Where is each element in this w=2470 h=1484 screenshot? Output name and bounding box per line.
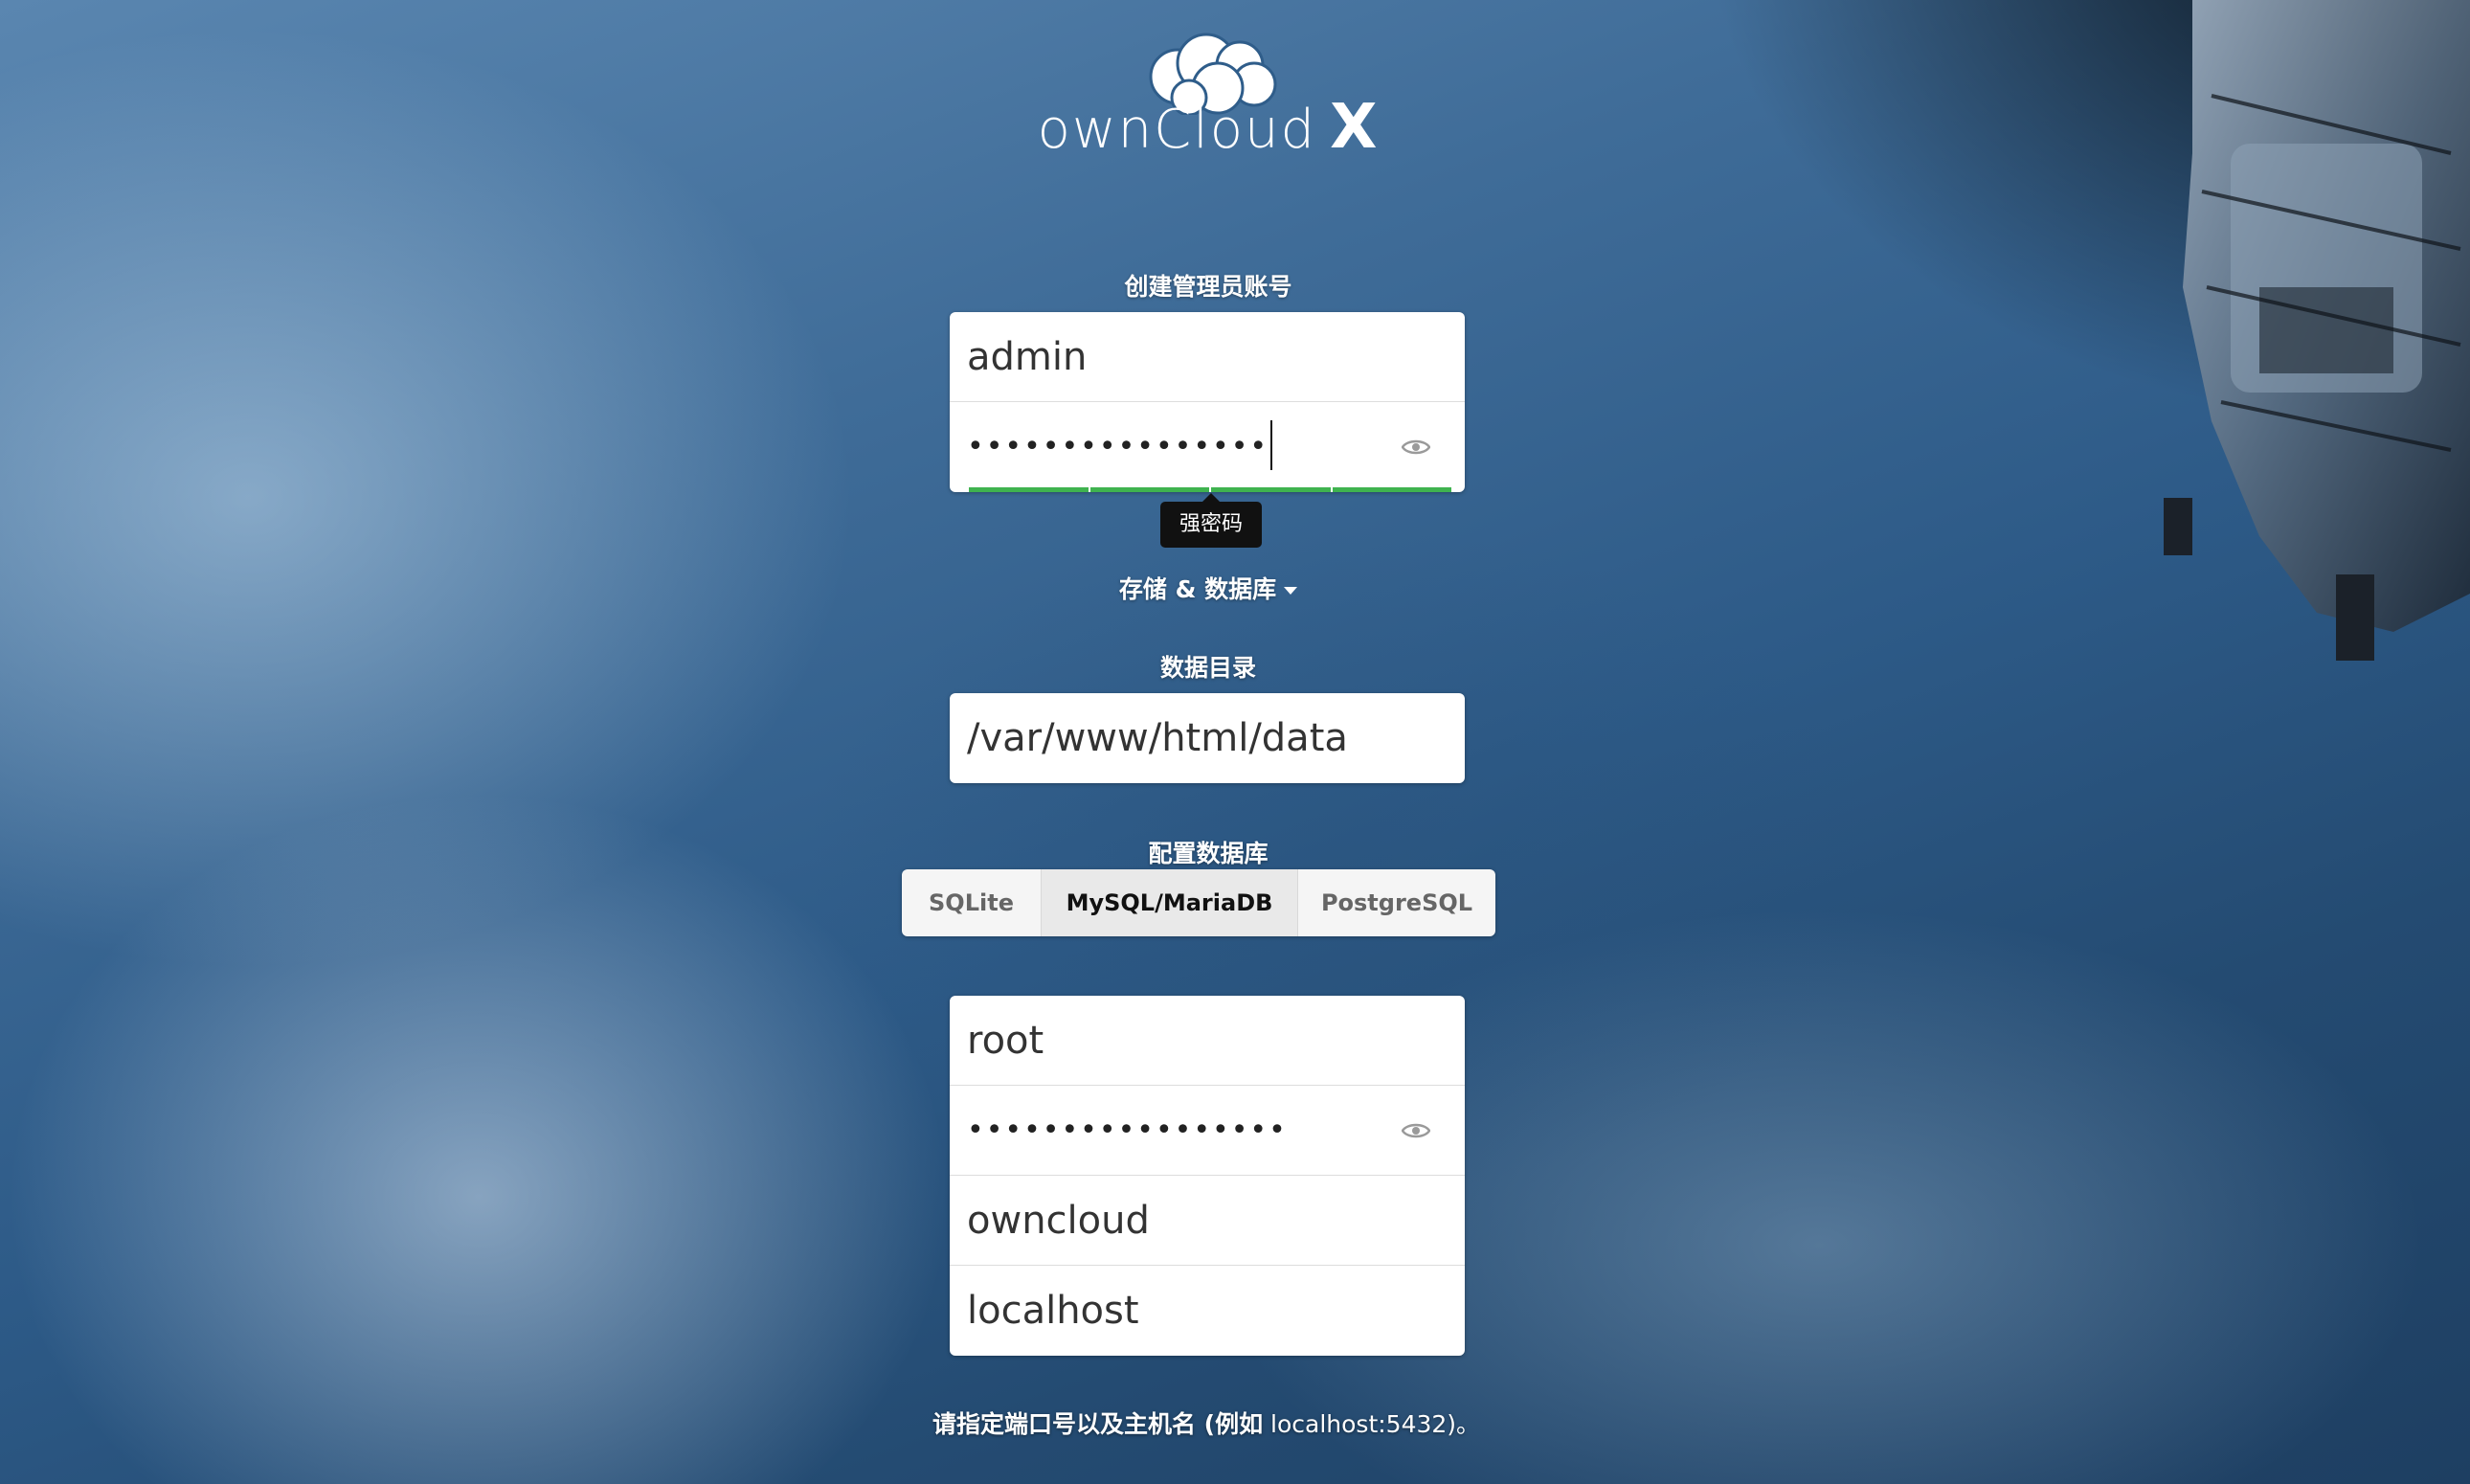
owncloud-logo: ownCloud X (1036, 19, 1381, 163)
caret-down-icon (1284, 587, 1298, 595)
logo-name: ownCloud (1037, 99, 1317, 161)
logo-suffix: X (1330, 92, 1380, 163)
db-section-label: 配置数据库 (1148, 840, 1269, 867)
eye-icon[interactable] (1402, 437, 1430, 458)
password-strength-tooltip: 强密码 (1160, 493, 1262, 548)
satellite-image (2164, 0, 2470, 661)
storage-toggle-label: 存储 & 数据库 (1118, 575, 1277, 603)
db-host-field[interactable]: localhost (950, 1266, 1465, 1356)
db-user-value: root (967, 1019, 1044, 1063)
hint-rest-text: localhost:5432)。 (1263, 1410, 1481, 1438)
data-dir-fields: /var/www/html/data (950, 693, 1465, 783)
text-caret (1270, 419, 1273, 470)
admin-username-value: admin (967, 335, 1088, 379)
db-name-field[interactable]: owncloud (950, 1176, 1465, 1266)
tab-mysql-mariadb[interactable]: MySQL/MariaDB (1042, 869, 1298, 936)
admin-account-fields: admin •••••••••••••••• (950, 312, 1465, 492)
db-host-hint: 请指定端口号以及主机名 (例如 localhost:5432)。 (842, 1405, 1570, 1440)
db-password-field[interactable]: ••••••••••••••••• (950, 1086, 1465, 1176)
admin-username-field[interactable]: admin (950, 312, 1465, 402)
logo-wordmark: ownCloud X (1036, 92, 1381, 163)
password-strength-bar (969, 487, 1451, 492)
data-dir-label: 数据目录 (1159, 654, 1256, 682)
db-user-field[interactable]: root (950, 996, 1465, 1086)
eye-icon[interactable] (1402, 1120, 1430, 1141)
data-dir-value: /var/www/html/data (967, 716, 1348, 760)
tab-postgresql[interactable]: PostgreSQL (1298, 869, 1495, 936)
storage-database-toggle[interactable]: 存储 & 数据库 (950, 571, 1467, 605)
tab-sqlite[interactable]: SQLite (902, 869, 1042, 936)
db-fields: root ••••••••••••••••• owncloud localhos… (950, 996, 1465, 1356)
admin-password-field[interactable]: •••••••••••••••• (950, 402, 1465, 492)
hint-strong-text: 请指定端口号以及主机名 (例如 (932, 1410, 1264, 1438)
db-name-value: owncloud (967, 1199, 1150, 1243)
admin-section-label: 创建管理员账号 (1124, 273, 1292, 301)
data-dir-field[interactable]: /var/www/html/data (950, 693, 1465, 783)
db-password-value: ••••••••••••••••• (967, 1113, 1288, 1147)
db-type-tabs: SQLite MySQL/MariaDB PostgreSQL (902, 869, 1495, 936)
db-host-value: localhost (967, 1289, 1139, 1333)
admin-password-value: •••••••••••••••• (967, 402, 1273, 492)
